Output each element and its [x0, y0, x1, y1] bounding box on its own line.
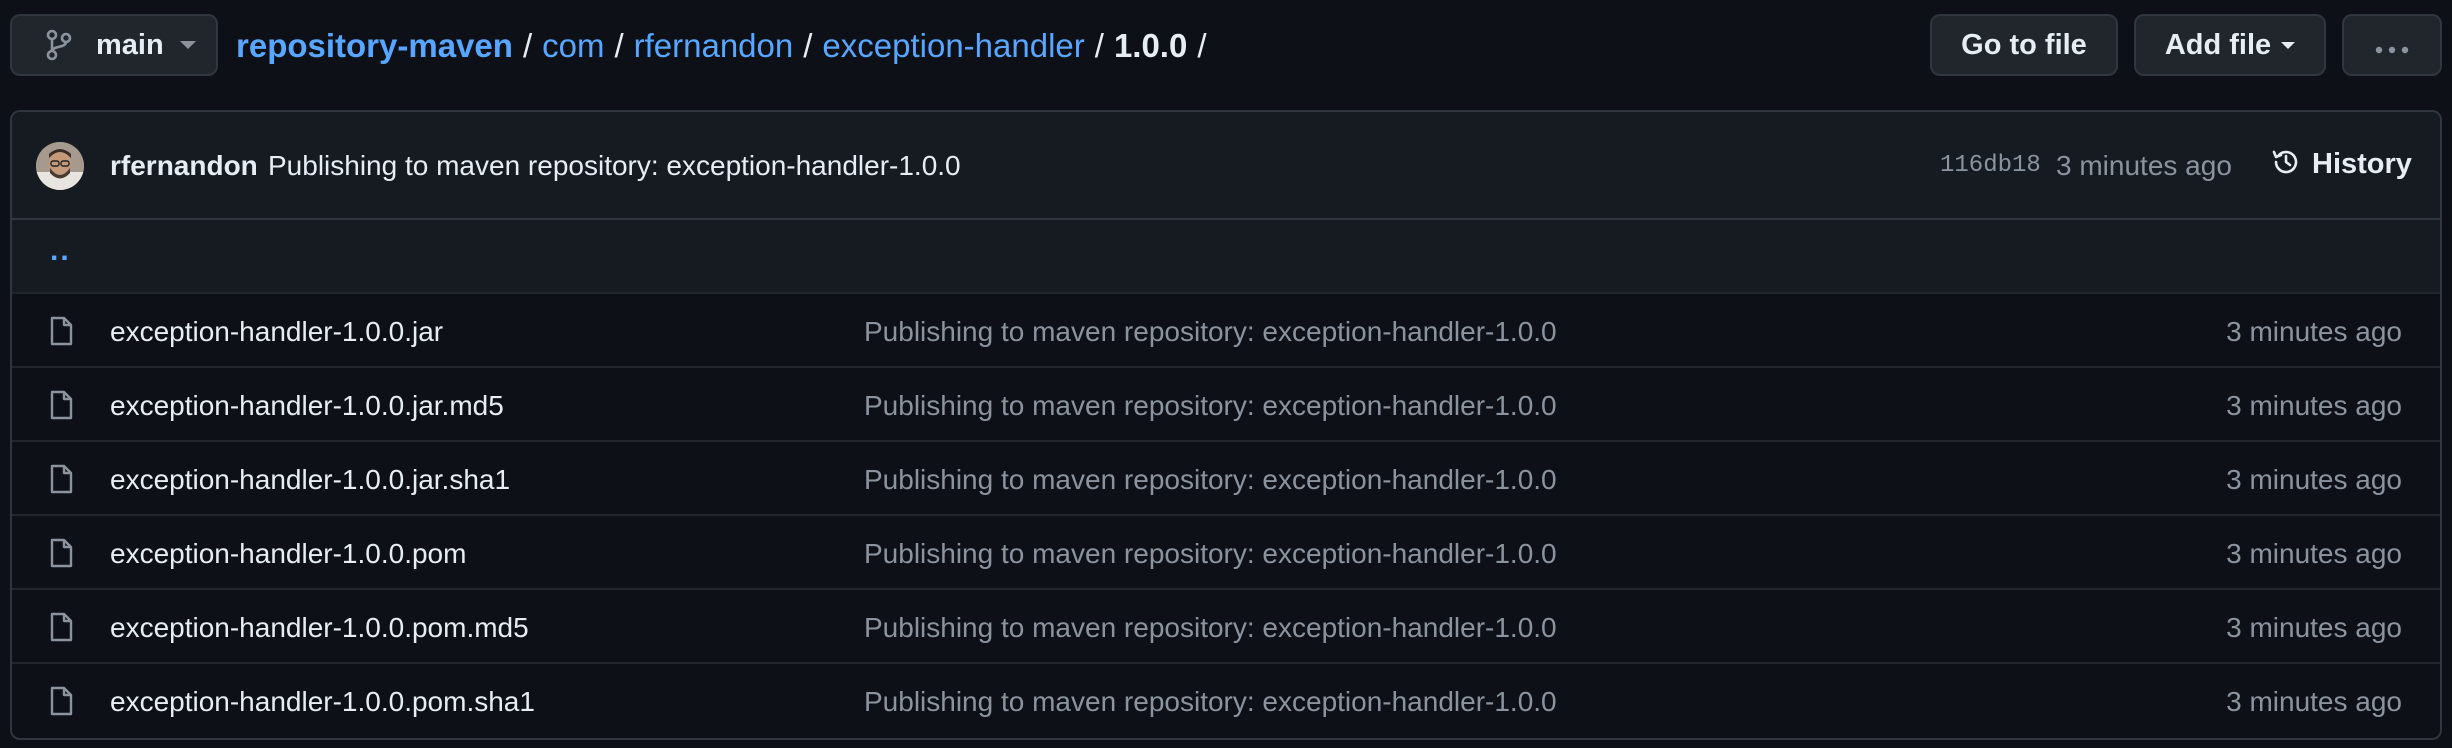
breadcrumb: repository-maven / com / rfernandon / ex… [236, 22, 1217, 70]
breadcrumb-separator: / [522, 27, 533, 64]
file-name-link[interactable]: exception-handler-1.0.0.pom [110, 538, 466, 570]
commit-sha-link[interactable]: 116db18 [1940, 152, 2041, 179]
file-timestamp: 3 minutes ago [2226, 390, 2402, 421]
history-clock-icon [2270, 146, 2302, 183]
table-row[interactable]: exception-handler-1.0.0.jar Publishing t… [12, 294, 2440, 368]
file-commit-message-link[interactable]: Publishing to maven repository: exceptio… [864, 538, 1557, 570]
breadcrumb-rfernandon-link[interactable]: rfernandon [634, 27, 794, 65]
add-file-label: Add file [2164, 28, 2272, 61]
breadcrumb-separator: / [1094, 27, 1104, 64]
chevron-down-icon [2281, 41, 2296, 49]
file-list: rfernandon Publishing to maven repositor… [10, 110, 2442, 740]
commit-message-link[interactable]: Publishing to maven repository: exceptio… [268, 150, 961, 182]
file-icon [48, 464, 74, 494]
avatar[interactable] [36, 142, 84, 190]
file-commit-message-link[interactable]: Publishing to maven repository: exceptio… [864, 464, 1557, 496]
breadcrumb-current-dir: 1.0.0 [1113, 27, 1188, 64]
history-label: History [2312, 147, 2412, 180]
file-commit-message-link[interactable]: Publishing to maven repository: exceptio… [864, 612, 1557, 644]
file-timestamp: 3 minutes ago [2226, 464, 2402, 495]
go-to-file-label: Go to file [1961, 28, 2087, 61]
table-row[interactable]: exception-handler-1.0.0.jar.md5 Publishi… [12, 368, 2440, 442]
chevron-down-icon [179, 41, 196, 49]
repo-toolbar: main repository-maven / com / rfernandon… [0, 0, 2452, 92]
git-branch-icon [46, 29, 76, 61]
commit-author-link[interactable]: rfernandon [110, 150, 258, 182]
file-icon [48, 316, 74, 346]
file-icon [48, 612, 74, 642]
file-timestamp: 3 minutes ago [2226, 538, 2402, 569]
breadcrumb-exception-handler-link[interactable]: exception-handler [822, 27, 1084, 65]
latest-commit-bar: rfernandon Publishing to maven repositor… [12, 112, 2440, 220]
file-timestamp: 3 minutes ago [2226, 686, 2402, 717]
branch-name: main [96, 28, 164, 61]
breadcrumb-com-link[interactable]: com [542, 27, 604, 65]
file-timestamp: 3 minutes ago [2226, 612, 2402, 643]
file-name-link[interactable]: exception-handler-1.0.0.jar.md5 [110, 390, 504, 422]
file-commit-message-link[interactable]: Publishing to maven repository: exceptio… [864, 390, 1557, 422]
table-row[interactable]: exception-handler-1.0.0.pom Publishing t… [12, 516, 2440, 590]
breadcrumb-separator: / [1197, 27, 1207, 64]
file-name-link[interactable]: exception-handler-1.0.0.jar.sha1 [110, 464, 510, 496]
kebab-horizontal-icon [2375, 29, 2409, 62]
history-button[interactable]: History [2270, 144, 2412, 184]
table-row[interactable]: exception-handler-1.0.0.jar.sha1 Publish… [12, 442, 2440, 516]
add-file-button[interactable]: Add file [2134, 14, 2326, 76]
breadcrumb-separator: / [803, 27, 813, 64]
table-row[interactable]: exception-handler-1.0.0.pom.sha1 Publish… [12, 664, 2440, 738]
file-commit-message-link[interactable]: Publishing to maven repository: exceptio… [864, 686, 1557, 718]
parent-directory-row[interactable]: .. [12, 220, 2440, 294]
branch-selector-button[interactable]: main [10, 14, 218, 76]
file-commit-message-link[interactable]: Publishing to maven repository: exceptio… [864, 316, 1557, 348]
go-to-file-button[interactable]: Go to file [1930, 14, 2118, 76]
breadcrumb-separator: / [614, 27, 624, 64]
parent-directory-link[interactable]: .. [50, 234, 71, 268]
file-name-link[interactable]: exception-handler-1.0.0.pom.sha1 [110, 686, 535, 718]
file-icon [48, 686, 74, 716]
table-row[interactable]: exception-handler-1.0.0.pom.md5 Publishi… [12, 590, 2440, 664]
more-options-button[interactable] [2342, 14, 2442, 76]
file-name-link[interactable]: exception-handler-1.0.0.pom.md5 [110, 612, 529, 644]
commit-timestamp: 3 minutes ago [2056, 150, 2232, 181]
file-name-link[interactable]: exception-handler-1.0.0.jar [110, 316, 443, 348]
file-icon [48, 390, 74, 420]
breadcrumb-repo-link[interactable]: repository-maven [236, 27, 513, 65]
file-icon [48, 538, 74, 568]
file-timestamp: 3 minutes ago [2226, 316, 2402, 347]
